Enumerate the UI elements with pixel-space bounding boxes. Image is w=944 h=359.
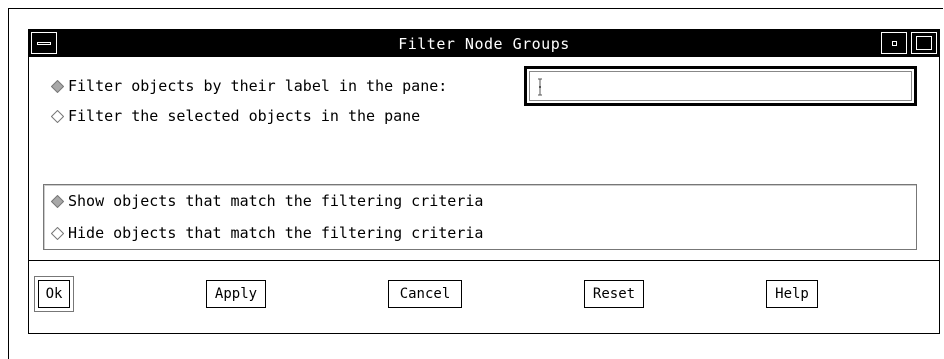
filter-node-groups-dialog: Filter Node Groups Filter objects by the… bbox=[28, 29, 940, 334]
label-filter-field-inner bbox=[529, 71, 912, 101]
radio-filter-by-label-text: Filter objects by their label in the pan… bbox=[68, 77, 448, 95]
ibeam-cursor-icon bbox=[538, 78, 542, 96]
help-button[interactable]: Help bbox=[766, 280, 818, 308]
radio-filter-by-label[interactable]: Filter objects by their label in the pan… bbox=[51, 76, 447, 96]
diamond-outline-icon bbox=[51, 226, 64, 240]
label-filter-field[interactable] bbox=[524, 66, 917, 106]
radio-filter-selected[interactable]: Filter the selected objects in the pane bbox=[51, 106, 420, 126]
reset-button[interactable]: Reset bbox=[584, 280, 644, 308]
cancel-button[interactable]: Cancel bbox=[388, 280, 462, 308]
ok-button[interactable]: Ok bbox=[34, 276, 74, 312]
title-bar[interactable]: Filter Node Groups bbox=[29, 30, 939, 57]
apply-button[interactable]: Apply bbox=[206, 280, 266, 308]
radio-hide-matching-text: Hide objects that match the filtering cr… bbox=[68, 224, 484, 242]
diamond-filled-icon bbox=[51, 79, 64, 93]
label-filter-input[interactable] bbox=[530, 72, 911, 100]
radio-show-matching-text: Show objects that match the filtering cr… bbox=[68, 192, 484, 210]
radio-hide-matching[interactable]: Hide objects that match the filtering cr… bbox=[51, 223, 483, 243]
radio-show-matching[interactable]: Show objects that match the filtering cr… bbox=[51, 191, 483, 211]
radio-filter-selected-text: Filter the selected objects in the pane bbox=[68, 107, 421, 125]
window-title: Filter Node Groups bbox=[398, 35, 570, 53]
diamond-filled-icon bbox=[51, 194, 64, 208]
minimize-icon[interactable] bbox=[881, 32, 907, 54]
button-row-divider bbox=[29, 260, 939, 261]
maximize-icon[interactable] bbox=[911, 32, 937, 54]
diamond-outline-icon bbox=[51, 109, 64, 123]
